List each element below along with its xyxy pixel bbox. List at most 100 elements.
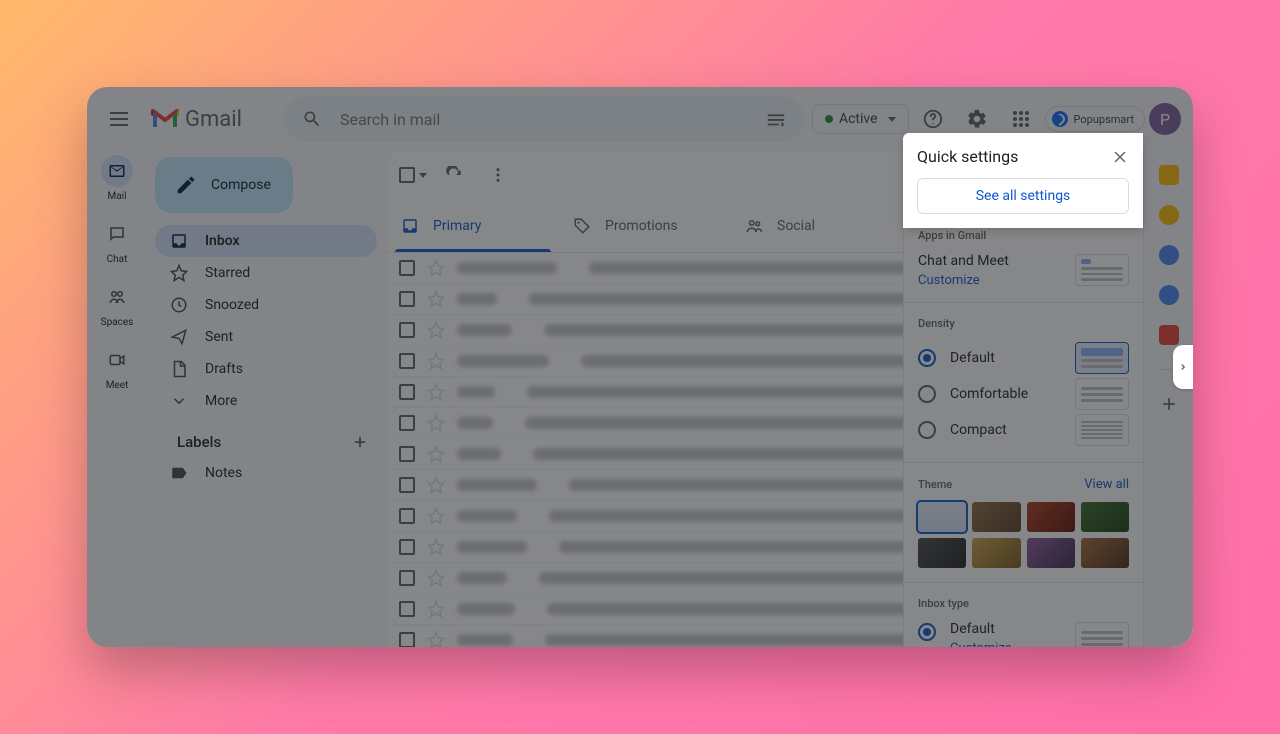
tab-primary[interactable]: Primary [387, 199, 559, 252]
apps-customize-link[interactable]: Customize [918, 273, 1009, 288]
row-checkbox[interactable] [399, 384, 415, 400]
star-outline-icon[interactable] [427, 600, 445, 618]
inbox-type-default[interactable]: Default Customize [918, 620, 1129, 647]
label-icon [169, 464, 189, 482]
avatar-initial: P [1160, 110, 1170, 129]
star-outline-icon[interactable] [427, 352, 445, 370]
inbox-customize-link[interactable]: Customize [950, 641, 1012, 648]
left-nav: Compose Inbox Starred Snoozed Sent Draft… [147, 151, 387, 647]
close-icon [1111, 148, 1129, 166]
status-label: Active [839, 111, 878, 127]
theme-tile-5[interactable] [918, 538, 966, 568]
calendar-addon[interactable] [1159, 165, 1179, 185]
row-checkbox[interactable] [399, 632, 415, 647]
nav-sent[interactable]: Sent [155, 321, 377, 353]
star-outline-icon[interactable] [427, 507, 445, 525]
nav-snoozed[interactable]: Snoozed [155, 289, 377, 321]
density-default-thumb [1075, 342, 1129, 374]
radio-on-icon [918, 349, 936, 367]
star-outline-icon[interactable] [427, 383, 445, 401]
row-checkbox[interactable] [399, 446, 415, 462]
row-checkbox[interactable] [399, 415, 415, 431]
row-checkbox[interactable] [399, 322, 415, 338]
get-addons-button[interactable] [1159, 394, 1179, 414]
star-outline-icon[interactable] [427, 321, 445, 339]
section-theme: Theme View all [904, 463, 1143, 583]
rail-meet[interactable]: Meet [101, 344, 133, 391]
select-all-control[interactable] [399, 167, 427, 183]
side-panel-toggle[interactable] [1173, 345, 1193, 389]
star-outline-icon[interactable] [427, 290, 445, 308]
rail-chat[interactable]: Chat [101, 218, 133, 265]
row-checkbox[interactable] [399, 291, 415, 307]
popupsmart-pill[interactable]: Popupsmart [1045, 106, 1145, 132]
add-label-button[interactable] [351, 433, 369, 451]
theme-view-all-link[interactable]: View all [1084, 477, 1129, 492]
nav-drafts[interactable]: Drafts [155, 353, 377, 385]
nav-more[interactable]: More [155, 385, 377, 417]
nav-label-notes[interactable]: Notes [155, 457, 377, 489]
more-actions-button[interactable] [481, 158, 515, 192]
star-outline-icon[interactable] [427, 631, 445, 647]
tab-social[interactable]: Social [731, 199, 903, 252]
density-compact[interactable]: Compact [918, 412, 1129, 448]
star-outline-icon[interactable] [427, 414, 445, 432]
contacts-addon[interactable] [1159, 285, 1179, 305]
row-checkbox[interactable] [399, 353, 415, 369]
theme-tile-8[interactable] [1081, 538, 1129, 568]
row-checkbox[interactable] [399, 508, 415, 524]
sender-redacted [457, 541, 527, 553]
star-outline-icon[interactable] [427, 569, 445, 587]
search-input[interactable] [332, 110, 756, 129]
search-bar[interactable] [284, 96, 804, 142]
send-icon [169, 328, 189, 346]
star-outline-icon[interactable] [427, 445, 445, 463]
main-menu-button[interactable] [99, 99, 139, 139]
sender-redacted [457, 417, 493, 429]
density-default[interactable]: Default [918, 340, 1129, 376]
density-title: Density [918, 317, 1129, 330]
theme-tile-6[interactable] [972, 538, 1020, 568]
star-outline-icon[interactable] [427, 538, 445, 556]
gmail-logo[interactable]: Gmail [151, 107, 242, 132]
account-avatar[interactable]: P [1149, 103, 1181, 135]
theme-tile-4[interactable] [1081, 502, 1129, 532]
star-outline-icon[interactable] [427, 476, 445, 494]
rail-spaces[interactable]: Spaces [101, 281, 134, 328]
search-options-icon[interactable] [756, 99, 796, 139]
density-comfortable[interactable]: Comfortable [918, 376, 1129, 412]
nav-inbox[interactable]: Inbox [155, 225, 377, 257]
see-all-settings-button[interactable]: See all settings [917, 178, 1129, 214]
row-checkbox[interactable] [399, 260, 415, 276]
compose-button[interactable]: Compose [155, 157, 293, 213]
sender-redacted [457, 510, 517, 522]
refresh-button[interactable] [437, 158, 471, 192]
rail-mail[interactable]: Mail [101, 155, 133, 202]
section-inbox-type: Inbox type Default Customize [904, 583, 1143, 647]
row-checkbox[interactable] [399, 601, 415, 617]
nav-inbox-label: Inbox [205, 233, 240, 249]
theme-tile-2[interactable] [972, 502, 1020, 532]
theme-tile-3[interactable] [1027, 502, 1075, 532]
pencil-icon [175, 174, 197, 196]
sender-redacted [457, 324, 512, 336]
nav-starred[interactable]: Starred [155, 257, 377, 289]
status-active-pill[interactable]: Active [812, 104, 909, 134]
theme-tile-1[interactable] [918, 502, 966, 532]
theme-tile-7[interactable] [1027, 538, 1075, 568]
row-checkbox[interactable] [399, 570, 415, 586]
tasks-addon[interactable] [1159, 245, 1179, 265]
search-icon[interactable] [292, 99, 332, 139]
sender-redacted [457, 448, 501, 460]
quick-settings-close-button[interactable] [1111, 148, 1129, 166]
keep-addon[interactable] [1159, 205, 1179, 225]
addon-5[interactable] [1159, 325, 1179, 345]
star-outline-icon[interactable] [427, 259, 445, 277]
chevron-right-icon [1178, 362, 1188, 372]
popupsmart-logo-icon [1052, 111, 1068, 127]
tab-promotions[interactable]: Promotions [559, 199, 731, 252]
chat-meet-label: Chat and Meet [918, 253, 1009, 269]
row-checkbox[interactable] [399, 477, 415, 493]
row-checkbox[interactable] [399, 539, 415, 555]
tag-icon [573, 217, 591, 235]
